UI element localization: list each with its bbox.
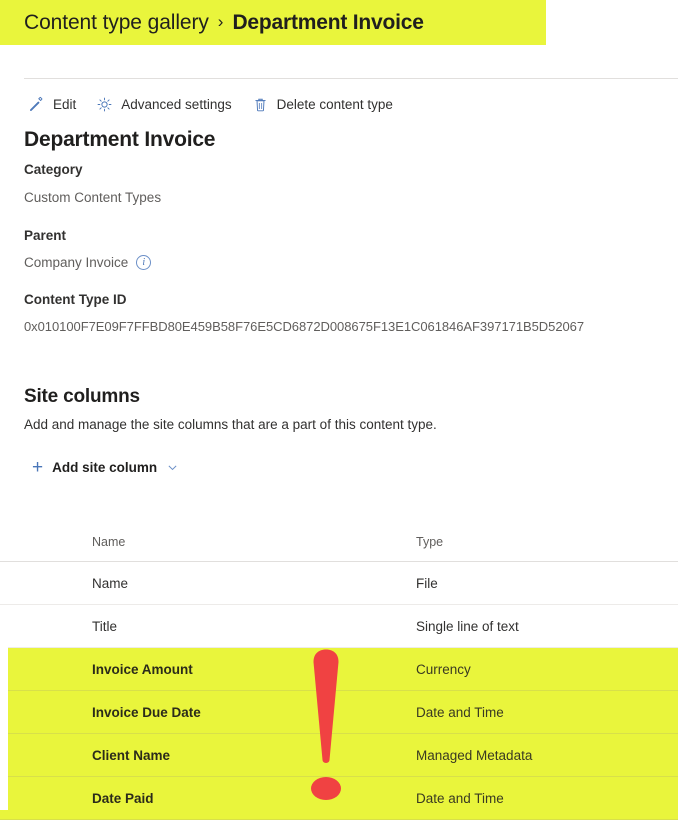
row-type: Currency [416, 661, 471, 677]
advanced-settings-button-label: Advanced settings [121, 96, 232, 112]
site-columns-description: Add and manage the site columns that are… [24, 417, 437, 432]
pencil-icon [28, 96, 45, 113]
header-divider [24, 78, 678, 79]
content-type-id-label: Content Type ID [24, 292, 127, 307]
advanced-settings-button[interactable]: Advanced settings [96, 92, 232, 116]
content-type-id-value: 0x010100F7E09F7FFBD80E459B58F76E5CD6872D… [24, 319, 585, 334]
breadcrumb: Content type gallery › Department Invoic… [24, 0, 424, 45]
delete-content-type-button[interactable]: Delete content type [252, 92, 393, 116]
parent-value-row: Company Invoice i [24, 255, 152, 270]
gear-icon [96, 96, 113, 113]
parent-value: Company Invoice [24, 255, 129, 270]
category-value: Custom Content Types [24, 190, 162, 205]
plus-icon: + [32, 457, 44, 478]
table-row[interactable]: Invoice Due Date Date and Time [0, 691, 678, 734]
breadcrumb-link-content-type-gallery[interactable]: Content type gallery [24, 11, 209, 35]
row-type: Single line of text [416, 618, 519, 634]
table-row[interactable]: Date Paid Date and Time [0, 777, 678, 820]
row-type: Date and Time [416, 790, 504, 806]
table-row[interactable]: Title Single line of text [0, 605, 678, 648]
row-type: File [416, 575, 438, 591]
delete-content-type-button-label: Delete content type [276, 96, 393, 112]
breadcrumb-current-department-invoice: Department Invoice [232, 10, 424, 34]
site-columns-title: Site columns [24, 386, 140, 407]
row-type: Date and Time [416, 704, 504, 720]
table-row[interactable]: Name File [0, 562, 678, 605]
table-row[interactable]: Invoice Amount Currency [0, 648, 678, 691]
row-name: Date Paid [92, 790, 154, 806]
breadcrumb-separator-icon: › [217, 11, 224, 31]
info-icon[interactable]: i [136, 255, 152, 270]
chevron-down-icon[interactable] [166, 461, 179, 474]
parent-label: Parent [24, 228, 67, 243]
add-site-column-button[interactable]: + Add site column [32, 458, 179, 477]
row-type: Managed Metadata [416, 747, 533, 763]
row-name: Invoice Due Date [92, 704, 201, 720]
table-header-row: Name Type [0, 522, 678, 562]
row-name: Title [92, 618, 118, 634]
row-name: Client Name [92, 747, 171, 763]
column-header-name[interactable]: Name [92, 535, 125, 549]
column-header-type[interactable]: Type [416, 535, 443, 549]
edit-button-label: Edit [53, 96, 77, 112]
edit-button[interactable]: Edit [28, 92, 76, 116]
highlight-left-gutter [0, 645, 8, 810]
page-title: Department Invoice [24, 128, 216, 151]
add-site-column-label: Add site column [52, 460, 158, 475]
row-name: Invoice Amount [92, 661, 193, 677]
site-columns-table: Name Type Name File Title Single line of… [0, 522, 678, 820]
table-row[interactable]: Client Name Managed Metadata [0, 734, 678, 777]
category-label: Category [24, 162, 83, 177]
command-bar: Edit Advanced settings Delete content ty… [28, 92, 393, 116]
row-name: Name [92, 575, 129, 591]
trash-icon [252, 96, 269, 113]
